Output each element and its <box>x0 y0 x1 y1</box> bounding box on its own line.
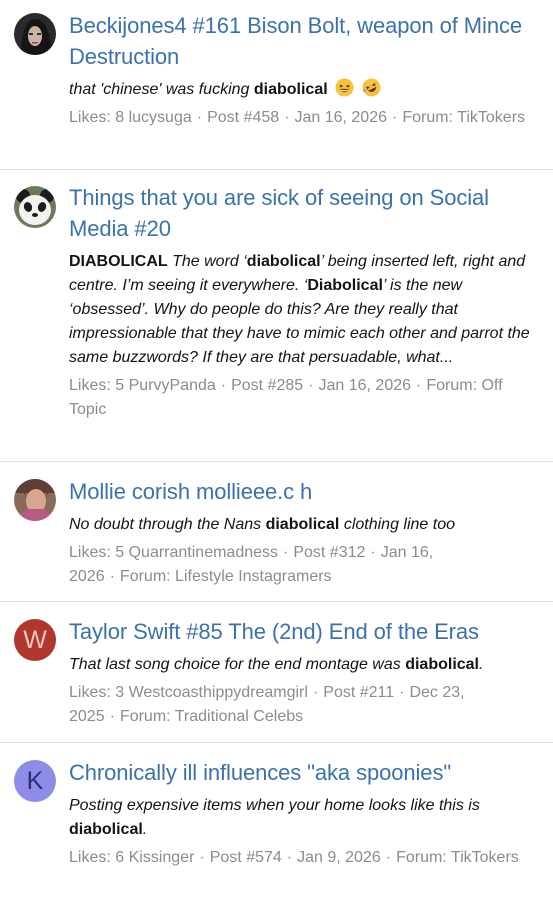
snippet-highlight: diabolical <box>246 253 321 270</box>
rolling-on-floor-laughing-emoji-icon <box>362 78 381 97</box>
forum-link[interactable]: TikTokers <box>457 109 525 126</box>
dark-hair-portrait-icon <box>14 13 56 55</box>
avatar[interactable] <box>14 479 56 521</box>
post-date: Jan 16, 2026 <box>318 377 412 394</box>
result-meta: Likes: 5 PurvyPanda · Post #285 · Jan 16, 20… <box>69 377 503 418</box>
result-title-link[interactable]: Mollie corish mollieee.c h <box>69 476 537 507</box>
result-snippet: DIABOLICAL The word ‘diabolical’ being i… <box>69 250 537 370</box>
likes-count: Likes: 8 <box>69 109 125 126</box>
snippet-text: . <box>142 821 148 838</box>
forum-link[interactable]: TikTokers <box>451 849 519 866</box>
snippet-highlight: diabolical <box>265 516 340 533</box>
avatar-letter: W <box>23 625 47 654</box>
result-meta: Likes: 5 Quarrantinemadness · Post #312 · Ja… <box>69 544 434 585</box>
post-link[interactable]: Post #458 <box>207 109 279 126</box>
forum-link[interactable]: Traditional Celebs <box>175 708 303 725</box>
author-link[interactable]: PurvyPanda <box>129 377 216 394</box>
result-snippet: That last song choice for the end montag… <box>69 653 537 677</box>
result-meta: Likes: 3 Westcoasthippydreamgirl · Post #2… <box>69 684 465 725</box>
post-date: Jan 9, 2026 <box>297 849 381 866</box>
snippet-highlight: Diabolical <box>307 277 383 294</box>
likes-count: Likes: 3 <box>69 684 125 701</box>
snippet-text: That last song choice for the end montag… <box>69 656 406 673</box>
result-title-link[interactable]: Chronically ill influences "aka spoonies… <box>69 757 537 788</box>
search-result: W Taylor Swift #85 The (2nd) End of the … <box>0 602 553 743</box>
avatar[interactable]: W <box>14 619 56 661</box>
snippet-highlight: DIABOLICAL <box>69 253 168 270</box>
likes-count: Likes: 5 <box>69 377 125 394</box>
likes-count: Likes: 6 <box>69 849 125 866</box>
laughing-face-emoji-icon <box>335 78 354 97</box>
snippet-text: Posting expensive items when your home l… <box>69 797 480 814</box>
likes-count: Likes: 5 <box>69 544 125 561</box>
forum-prefix: Forum: <box>396 849 447 866</box>
result-meta: Likes: 8 lucysuga · Post #458 · Jan 16, 2026… <box>69 109 526 126</box>
search-result: K Chronically ill influences "aka spooni… <box>0 743 553 899</box>
snippet-highlight: diabolical <box>405 656 479 673</box>
snippet-text: . <box>479 656 484 673</box>
author-link[interactable]: Westcoasthippydreamgirl <box>129 684 308 701</box>
forum-prefix: Forum: <box>119 708 171 725</box>
snippet-text: The word ‘ <box>167 253 247 270</box>
avatar[interactable] <box>14 13 56 55</box>
snippet-text: clothing line too <box>339 516 456 533</box>
person-photo-avatar-icon <box>14 479 56 521</box>
forum-prefix: Forum: <box>426 377 478 394</box>
author-link[interactable]: Kissinger <box>129 849 195 866</box>
post-link[interactable]: Post #312 <box>293 544 365 561</box>
search-result: Things that you are sick of seeing on So… <box>0 170 553 462</box>
forum-prefix: Forum: <box>402 109 453 126</box>
author-link[interactable]: Quarrantinemadness <box>129 544 278 561</box>
result-title-link[interactable]: Taylor Swift #85 The (2nd) End of the Er… <box>69 616 537 647</box>
snippet-text: No doubt through the Nans <box>69 516 266 533</box>
result-snippet: that 'chinese' was fucking diabolical <box>69 78 537 102</box>
result-meta: Likes: 6 Kissinger · Post #574 · Jan 9, 2026… <box>69 849 519 866</box>
avatar-letter: K <box>26 766 44 795</box>
result-title-link[interactable]: Things that you are sick of seeing on So… <box>69 182 537 244</box>
search-results-list: Beckijones4 #161 Bison Bolt, weapon of M… <box>0 0 553 899</box>
result-title-link[interactable]: Beckijones4 #161 Bison Bolt, weapon of M… <box>69 10 537 72</box>
search-result: Beckijones4 #161 Bison Bolt, weapon of M… <box>0 0 553 170</box>
snippet-highlight: diabolical <box>253 81 328 98</box>
result-snippet: No doubt through the Nans diabolical clo… <box>69 513 537 537</box>
post-link[interactable]: Post #211 <box>323 684 394 701</box>
panda-avatar-icon <box>14 186 56 228</box>
forum-prefix: Forum: <box>119 568 171 585</box>
avatar[interactable]: K <box>14 760 56 802</box>
forum-link[interactable]: Lifestyle Instagramers <box>175 568 332 585</box>
author-link[interactable]: lucysuga <box>129 109 192 126</box>
snippet-text: that 'chinese' was fucking <box>69 81 254 98</box>
post-date: Jan 16, 2026 <box>294 109 387 126</box>
post-link[interactable]: Post #285 <box>231 377 303 394</box>
snippet-highlight: diabolical <box>69 821 143 838</box>
avatar[interactable] <box>14 186 56 228</box>
search-result: Mollie corish mollieee.c h No doubt thro… <box>0 462 553 602</box>
result-snippet: Posting expensive items when your home l… <box>69 794 537 842</box>
post-link[interactable]: Post #574 <box>210 849 282 866</box>
